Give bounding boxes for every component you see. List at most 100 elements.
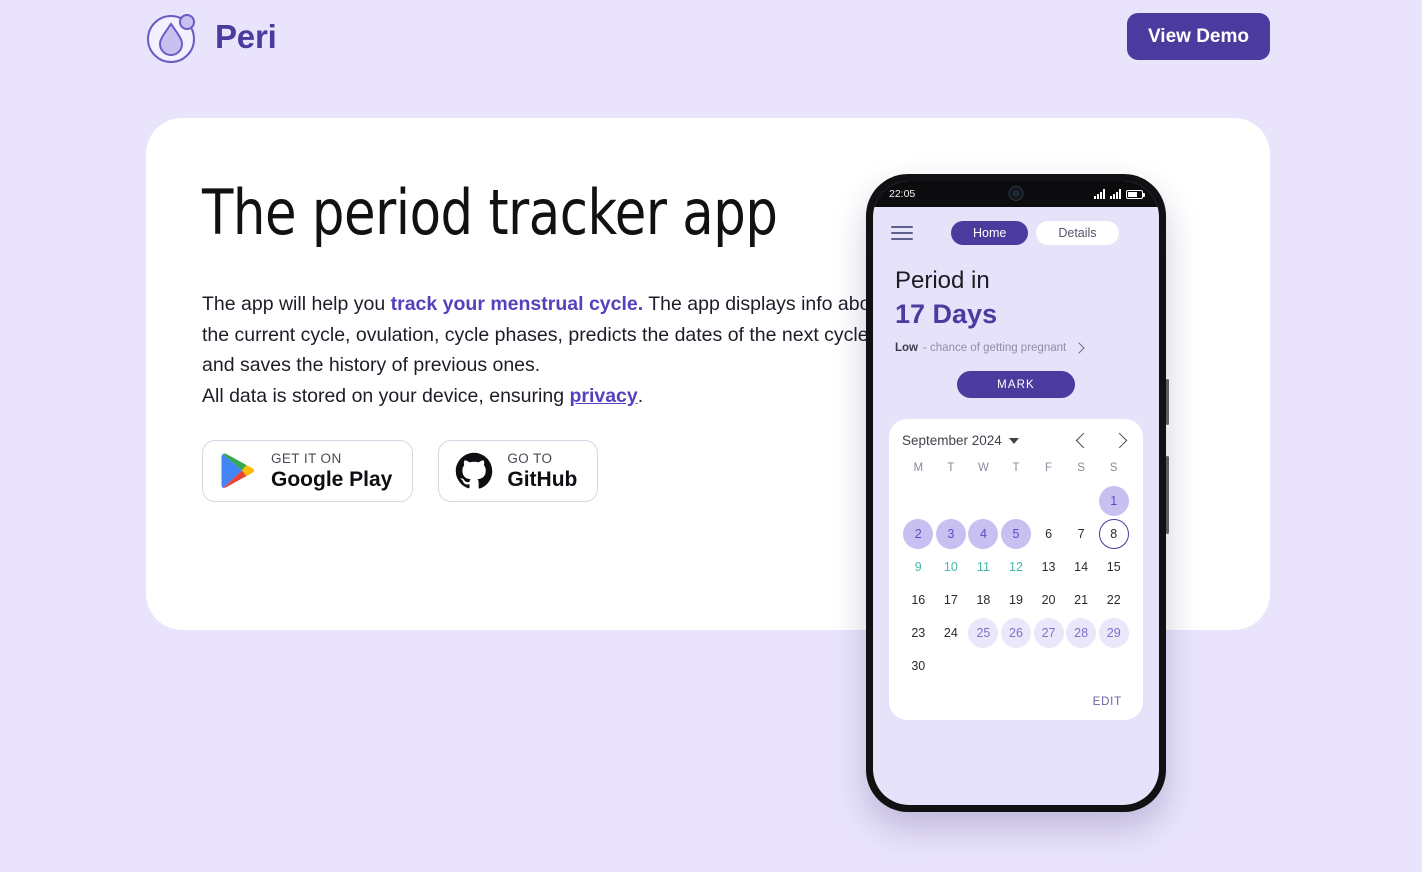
calendar-day-10[interactable]: 10 (935, 550, 968, 583)
calendar-day-4[interactable]: 4 (967, 517, 1000, 550)
calendar-day-1[interactable]: 1 (1097, 484, 1130, 517)
calendar-day-label: 23 (911, 625, 926, 640)
calendar-day-label: 17 (943, 592, 958, 607)
paragraph-text-4: . (637, 384, 644, 407)
calendar-day-label: 8 (1098, 518, 1129, 549)
calendar-day-12[interactable]: 12 (1000, 550, 1033, 583)
view-demo-button[interactable]: View Demo (1126, 13, 1270, 60)
calendar-day-14[interactable]: 14 (1065, 550, 1098, 583)
pregnancy-chance-row[interactable]: Low - chance of getting pregnant (895, 342, 1137, 354)
calendar-weekday-2: W (977, 462, 989, 474)
calendar-day-29[interactable]: 29 (1097, 616, 1130, 649)
calendar-day-label: 9 (914, 559, 922, 574)
calendar-weekday-6: S (1109, 462, 1118, 474)
camera-icon (1008, 186, 1024, 201)
calendar-day-20[interactable]: 20 (1032, 583, 1065, 616)
calendar-day-8[interactable]: 8 (1097, 517, 1130, 550)
google-play-button[interactable]: GET IT ON Google Play (202, 440, 414, 502)
site-header: Peri View Demo (0, 0, 1422, 74)
calendar-day-30[interactable]: 30 (902, 649, 935, 682)
calendar-day-9[interactable]: 9 (902, 550, 935, 583)
calendar-day-7[interactable]: 7 (1065, 517, 1098, 550)
github-button[interactable]: GO TO GitHub (438, 440, 599, 502)
brand[interactable]: Peri (145, 9, 277, 65)
hamburger-menu-icon[interactable] (891, 226, 913, 240)
calendar-day-11[interactable]: 11 (967, 550, 1000, 583)
tab-home[interactable]: Home (951, 221, 1029, 245)
calendar-day-6[interactable]: 6 (1032, 517, 1065, 550)
mark-button[interactable]: MARK (957, 371, 1075, 398)
calendar-day-27[interactable]: 27 (1032, 616, 1065, 649)
calendar-day-22[interactable]: 22 (1097, 583, 1130, 616)
calendar-day-label: 24 (943, 625, 958, 640)
calendar-blank-cell (967, 484, 1000, 517)
calendar-day-24[interactable]: 24 (935, 616, 968, 649)
calendar-day-28[interactable]: 28 (1065, 616, 1098, 649)
calendar-day-label: 13 (1041, 559, 1056, 574)
calendar-day-label: 5 (1000, 518, 1031, 549)
privacy-link[interactable]: privacy (569, 385, 637, 407)
battery-icon (1126, 189, 1145, 199)
period-days-value: 17 Days (895, 299, 998, 329)
calendar-day-19[interactable]: 19 (1000, 583, 1033, 616)
calendar-day-26[interactable]: 26 (1000, 616, 1033, 649)
chevron-right-icon (1073, 342, 1085, 354)
phone-mockup: 22:05 Home Details Period in 17 Days Low… (866, 174, 1169, 812)
calendar-footer: EDIT (902, 682, 1130, 710)
calendar-blank-cell (1032, 484, 1065, 517)
calendar-day-15[interactable]: 15 (1097, 550, 1130, 583)
paragraph-text-1: The app will help you (202, 293, 391, 316)
calendar-day-21[interactable]: 21 (1065, 583, 1098, 616)
calendar-weekday-3: T (1012, 462, 1020, 474)
calendar-day-3[interactable]: 3 (935, 517, 968, 550)
caret-down-icon (1008, 437, 1019, 444)
hero-paragraph: The app will help you track your menstru… (202, 289, 902, 411)
phone-screen: 22:05 Home Details Period in 17 Days Low… (873, 181, 1159, 805)
chevron-right-icon[interactable] (1111, 432, 1128, 449)
hero-text-block: The period tracker app The app will help… (202, 180, 902, 411)
calendar-day-label: 30 (911, 658, 926, 673)
calendar-day-2[interactable]: 2 (902, 517, 935, 550)
calendar-day-13[interactable]: 13 (1032, 550, 1065, 583)
calendar-day-label: 1 (1098, 485, 1129, 516)
calendar-day-label: 28 (1066, 617, 1097, 648)
calendar-day-label: 18 (976, 592, 991, 607)
edit-link[interactable]: EDIT (1093, 696, 1122, 708)
calendar-day-16[interactable]: 16 (902, 583, 935, 616)
calendar-weekday-0: M (913, 462, 924, 474)
calendar-weekday-4: F (1045, 462, 1053, 474)
calendar-day-label: 27 (1033, 617, 1064, 648)
calendar-day-23[interactable]: 23 (902, 616, 935, 649)
calendar-header: September 2024 (902, 432, 1130, 449)
calendar-day-18[interactable]: 18 (967, 583, 1000, 616)
calendar-day-label: 7 (1077, 526, 1085, 541)
calendar-day-label: 3 (935, 518, 966, 549)
phone-status-bar: 22:05 (873, 181, 1159, 207)
calendar-day-label: 6 (1045, 526, 1053, 541)
calendar-nav-arrows (1075, 432, 1130, 449)
chevron-left-icon[interactable] (1075, 432, 1092, 449)
github-top-label: GO TO (507, 450, 553, 466)
status-bar-icons (1094, 189, 1145, 199)
calendar-weekday-1: T (947, 462, 955, 474)
calendar-month-selector[interactable]: September 2024 (902, 433, 1019, 448)
chance-description: - chance of getting pregnant (923, 342, 1067, 354)
signal-bars-secondary-icon (1110, 189, 1121, 199)
calendar-day-label: 19 (1009, 592, 1023, 607)
landing-page: Peri View Demo The period tracker app Th… (0, 0, 1422, 872)
calendar-day-5[interactable]: 5 (1000, 517, 1033, 550)
calendar-day-label: 26 (1000, 617, 1031, 648)
app-nav: Home Details (873, 207, 1159, 253)
store-buttons-row: GET IT ON Google Play GO TO GitHub (202, 440, 599, 502)
calendar-day-17[interactable]: 17 (935, 583, 968, 616)
calendar-day-25[interactable]: 25 (967, 616, 1000, 649)
calendar-grid: M T W T F S S 1 2 3 4 5 6 7 8 9 10 11 12 13 14 15 16 17 18 19 20 21… (902, 462, 1130, 682)
calendar-blank-cell (1000, 484, 1033, 517)
period-summary: Period in 17 Days Low - chance of gettin… (873, 253, 1159, 398)
calendar-blank-cell (935, 484, 968, 517)
app-tabs: Home Details (951, 221, 1119, 245)
tab-details[interactable]: Details (1036, 221, 1119, 245)
github-labels: GO TO GitHub (507, 451, 577, 492)
page-title: The period tracker app (202, 176, 778, 249)
calendar-month-label: September 2024 (902, 433, 1002, 448)
